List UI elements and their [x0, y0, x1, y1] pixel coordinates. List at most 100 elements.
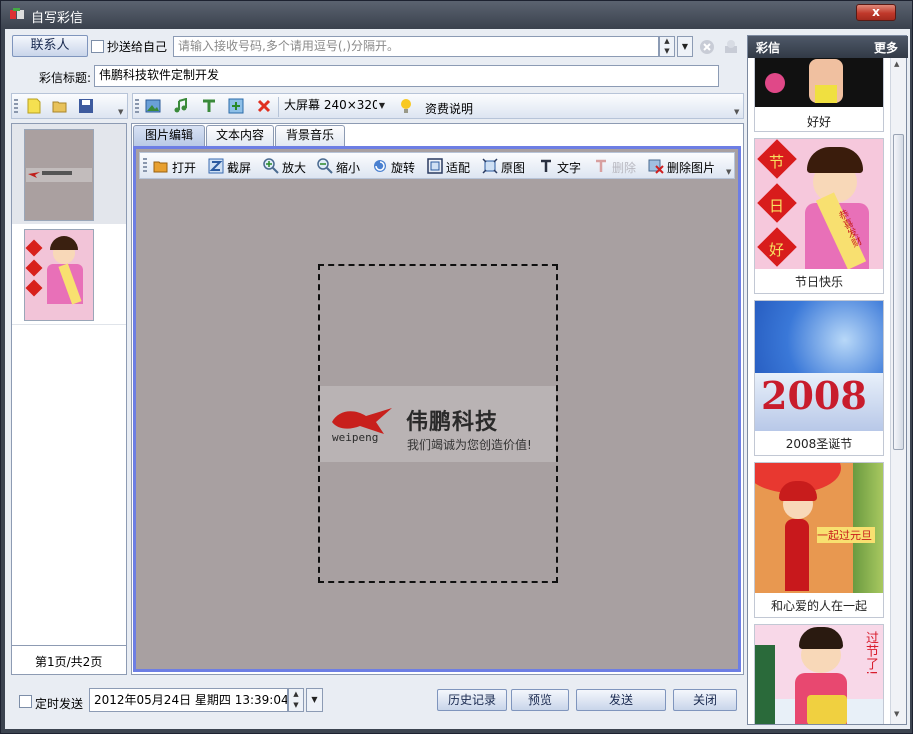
gallery-header: 彩信 更多 — [748, 36, 908, 58]
rotate-button[interactable]: 旋转 — [391, 159, 415, 176]
client-area: 联系人 抄送给自己 请输入接收号码,多个请用逗号(,)分隔开。 ▲ ▼ ▼ 彩信标… — [5, 29, 910, 729]
datetime-spinner[interactable]: ▲ ▼ — [288, 688, 304, 712]
delete-page-icon[interactable] — [256, 98, 272, 114]
toolbar-grip[interactable] — [135, 99, 139, 115]
gallery-caption: 和心爱的人在一起 — [770, 599, 867, 613]
toolbar-overflow-chevron-icon[interactable]: ▼ — [734, 108, 739, 116]
history-button[interactable]: 历史记录 — [437, 689, 507, 711]
toolbar-overflow-chevron-icon[interactable]: ▼ — [726, 168, 731, 176]
rotate-icon[interactable] — [372, 158, 388, 174]
fit-button[interactable]: 适配 — [446, 159, 470, 176]
image-canvas[interactable]: weipeng 伟鹏科技 我们竭诚为您创造价值! — [139, 179, 736, 667]
crop-button[interactable]: 截屏 — [227, 159, 251, 176]
zoom-in-button[interactable]: 放大 — [282, 159, 306, 176]
gallery-more-link[interactable]: 更多 — [874, 39, 898, 56]
gallery-item[interactable]: 过节了! — [754, 624, 884, 724]
recipient-spinner[interactable]: ▲ ▼ — [659, 36, 675, 57]
cc-self-label: 抄送给自己 — [107, 40, 168, 54]
gallery-item[interactable]: 好好 — [754, 58, 884, 132]
datetime-dropdown[interactable]: ▼ — [306, 688, 323, 712]
fit-icon[interactable] — [427, 158, 443, 174]
delete-text-icon — [596, 159, 606, 172]
original-size-button[interactable]: 原图 — [501, 159, 525, 176]
screen-size-dropdown[interactable]: ▼ — [376, 97, 388, 117]
brand-slogan: 我们竭诚为您创造价值! — [407, 438, 532, 452]
gallery-art-text: 一起过元旦 — [817, 529, 872, 542]
delete-image-icon[interactable] — [648, 158, 664, 174]
gallery-scrollbar[interactable]: ▲ ▼ — [890, 58, 906, 724]
toolbar-overflow-chevron-icon[interactable]: ▼ — [118, 108, 123, 116]
open-folder-icon[interactable] — [52, 98, 68, 114]
spin-down-icon[interactable]: ▼ — [289, 700, 303, 711]
screen-size-value: 大屏幕 240×320 — [284, 98, 377, 112]
settings-icon[interactable] — [722, 38, 740, 56]
gallery-art-text: 好 — [769, 241, 785, 259]
toolbar-grip[interactable] — [14, 99, 18, 115]
tab-image-edit[interactable]: 图片编辑 — [133, 125, 205, 146]
brand-latin: weipeng — [332, 431, 379, 444]
screen-size-select[interactable]: 大屏幕 240×320 — [282, 96, 377, 117]
gallery-item[interactable]: 一起过元旦 和心爱的人在一起 — [754, 462, 884, 618]
brand-image[interactable]: weipeng 伟鹏科技 我们竭诚为您创造价值! — [320, 386, 556, 462]
title-bar: 自写彩信 x — [1, 1, 912, 29]
clear-icon[interactable] — [699, 39, 715, 55]
schedule-checkbox[interactable] — [19, 695, 32, 708]
gallery-image: 2008 — [755, 301, 883, 431]
gallery-image: 节 日 好 恭喜发财 — [755, 139, 883, 269]
open-icon[interactable] — [153, 158, 169, 174]
spin-up-icon[interactable]: ▲ — [660, 37, 674, 47]
slide-thumbnail-1[interactable] — [24, 129, 94, 221]
spin-up-icon[interactable]: ▲ — [289, 689, 303, 700]
app-icon — [10, 8, 24, 19]
original-size-icon[interactable] — [482, 158, 498, 174]
gallery-title: 彩信 — [756, 41, 781, 55]
insert-music-icon[interactable] — [173, 98, 189, 114]
text-icon[interactable] — [538, 158, 554, 174]
image-toolbar: 打开 截屏 放大 缩小 旋转 适配 原图 文字 删除 删除图片 ▼ — [139, 152, 735, 179]
insert-image-icon[interactable] — [145, 98, 161, 114]
scroll-down-icon[interactable]: ▼ — [894, 710, 899, 718]
recipient-input[interactable]: 请输入接收号码,多个请用逗号(,)分隔开。 — [173, 36, 659, 57]
gallery-caption: 节日快乐 — [794, 275, 843, 289]
contacts-button[interactable]: 联系人 — [12, 35, 88, 57]
new-icon[interactable] — [26, 98, 42, 114]
zoom-out-icon[interactable] — [317, 158, 333, 174]
zoom-out-button[interactable]: 缩小 — [336, 159, 360, 176]
zoom-in-icon[interactable] — [263, 158, 279, 174]
cc-self-checkbox[interactable] — [91, 40, 104, 53]
page-indicator-bar: 第1页/共2页 — [11, 645, 127, 675]
gallery-art-text: 2008 — [761, 373, 867, 418]
scroll-thumb[interactable] — [893, 134, 904, 450]
insert-text-icon[interactable] — [201, 98, 217, 114]
gallery-art-text: 节 — [769, 153, 785, 171]
window-title: 自写彩信 — [31, 11, 84, 26]
page-toolbar: 大屏幕 240×320 ▼ 资费说明 ▼ — [132, 93, 744, 119]
gallery-item[interactable]: 节 日 好 恭喜发财 节日快乐 — [754, 138, 884, 294]
tab-background-music[interactable]: 背景音乐 — [275, 125, 345, 146]
add-page-icon[interactable] — [228, 98, 244, 114]
brand-name: 伟鹏科技 — [406, 409, 499, 435]
subject-input[interactable]: 伟鹏科技软件定制开发 — [94, 65, 719, 87]
recipient-dropdown[interactable]: ▼ — [677, 36, 693, 57]
gallery-art-text: 日 — [769, 197, 785, 215]
main-window: 自写彩信 x 联系人 抄送给自己 请输入接收号码,多个请用逗号(,)分隔开。 ▲… — [0, 0, 913, 734]
close-button[interactable]: 关闭 — [673, 689, 737, 711]
crop-icon[interactable] — [208, 158, 224, 174]
send-button[interactable]: 发送 — [576, 689, 666, 711]
toolbar-grip[interactable] — [143, 158, 147, 174]
gallery-item[interactable]: 2008 2008圣诞节 — [754, 300, 884, 456]
open-button[interactable]: 打开 — [172, 159, 196, 176]
gallery-caption: 好好 — [806, 115, 831, 129]
window-close-button[interactable]: x — [856, 4, 896, 21]
slides-panel — [11, 123, 127, 675]
scroll-up-icon[interactable]: ▲ — [894, 60, 899, 68]
delete-image-button[interactable]: 删除图片 — [667, 159, 715, 176]
spin-down-icon[interactable]: ▼ — [660, 47, 674, 57]
tab-text-content[interactable]: 文本内容 — [206, 125, 274, 146]
slide-thumbnail-2[interactable] — [24, 229, 94, 321]
text-button[interactable]: 文字 — [557, 159, 581, 176]
preview-button[interactable]: 预览 — [511, 689, 569, 711]
datetime-input[interactable]: 2012年05月24日 星期四 13:39:04 — [89, 688, 288, 712]
fee-info-link[interactable]: 资费说明 — [425, 100, 473, 117]
save-icon[interactable] — [78, 98, 94, 114]
